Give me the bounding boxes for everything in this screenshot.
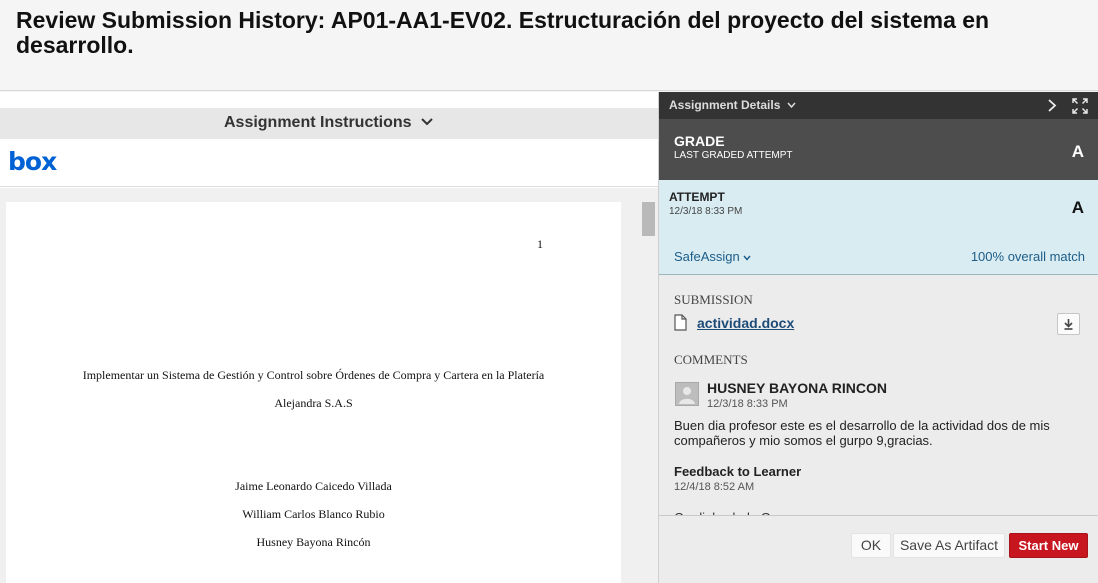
document-line: Alejandra S.A.S <box>274 396 353 410</box>
assignment-details-toggle[interactable]: Assignment Details <box>669 98 796 112</box>
instructions-pane: Assignment Instructions box 1 Implementa… <box>0 92 658 583</box>
feedback-date: 12/4/18 8:52 AM <box>674 481 755 493</box>
page-title: Review Submission History: AP01-AA1-EV02… <box>16 7 990 58</box>
comment-date: 12/3/18 8:33 PM <box>707 398 788 410</box>
start-new-button[interactable]: Start New <box>1009 533 1088 558</box>
grade-sublabel: LAST GRADED ATTEMPT <box>674 150 793 161</box>
comments-label: COMMENTS <box>674 352 748 367</box>
submission-label: SUBMISSION <box>674 292 753 307</box>
assignment-instructions-toggle[interactable]: Assignment Instructions <box>0 108 658 139</box>
document-page: 1 Implementar un Sistema de Gestión y Co… <box>6 202 621 583</box>
assignment-details-bar: Assignment Details <box>659 92 1098 119</box>
grade-label: GRADE <box>674 133 725 149</box>
submission-file-link[interactable]: actividad.docx <box>697 315 794 331</box>
document-line: Jaime Leonardo Caicedo Villada <box>235 479 392 493</box>
attempt-card[interactable]: ATTEMPT 12/3/18 8:33 PM A SafeAssign 100… <box>659 180 1098 275</box>
box-logo: box <box>8 147 57 176</box>
feedback-title: Feedback to Learner <box>674 464 802 479</box>
attempt-label: ATTEMPT <box>669 190 725 204</box>
download-icon <box>1064 319 1073 330</box>
avatar <box>675 382 699 406</box>
assignment-instructions-label: Assignment Instructions <box>223 114 412 132</box>
overall-match-link[interactable]: 100% overall match <box>971 249 1085 264</box>
download-button[interactable] <box>1057 313 1080 335</box>
comment-text: Buen dia profesor este es el desarrollo … <box>674 418 1050 448</box>
chevron-down-icon <box>787 98 796 112</box>
page-header: Review Submission History: AP01-AA1-EV02… <box>0 0 1098 91</box>
ok-button[interactable]: OK <box>851 533 891 558</box>
chevron-down-icon <box>743 249 751 264</box>
document-page-number: 1 <box>537 237 543 251</box>
grade-value: A <box>1071 142 1084 161</box>
assignment-details-label: Assignment Details <box>669 98 781 112</box>
assignment-details-panel: Assignment Details GRADE LAST GRADED ATT… <box>658 92 1098 583</box>
document-line: William Carlos Blanco Rubio <box>242 507 385 521</box>
safeassign-toggle[interactable]: SafeAssign <box>674 249 751 264</box>
comment-author: HUSNEY BAYONA RINCON <box>707 380 887 396</box>
chevron-right-icon[interactable] <box>1047 98 1057 118</box>
scrollbar-thumb[interactable] <box>642 202 655 236</box>
save-as-artifact-button[interactable]: Save As Artifact <box>893 533 1005 558</box>
document-scrollbar[interactable] <box>641 198 656 583</box>
panel-footer: OK Save As Artifact Start New <box>659 515 1098 583</box>
box-viewer-bar: box <box>0 139 658 187</box>
expand-icon[interactable] <box>1072 98 1088 119</box>
document-icon <box>674 314 687 336</box>
attempt-date: 12/3/18 8:33 PM <box>669 206 743 217</box>
attempt-grade: A <box>1071 198 1084 217</box>
grade-summary: GRADE LAST GRADED ATTEMPT A <box>659 119 1098 180</box>
safeassign-label: SafeAssign <box>674 249 740 264</box>
document-viewer[interactable]: 1 Implementar un Sistema de Gestión y Co… <box>0 188 658 583</box>
chevron-down-icon <box>420 108 434 138</box>
document-line: Implementar un Sistema de Gestión y Cont… <box>82 368 545 382</box>
document-line: Husney Bayona Rincón <box>256 535 371 549</box>
